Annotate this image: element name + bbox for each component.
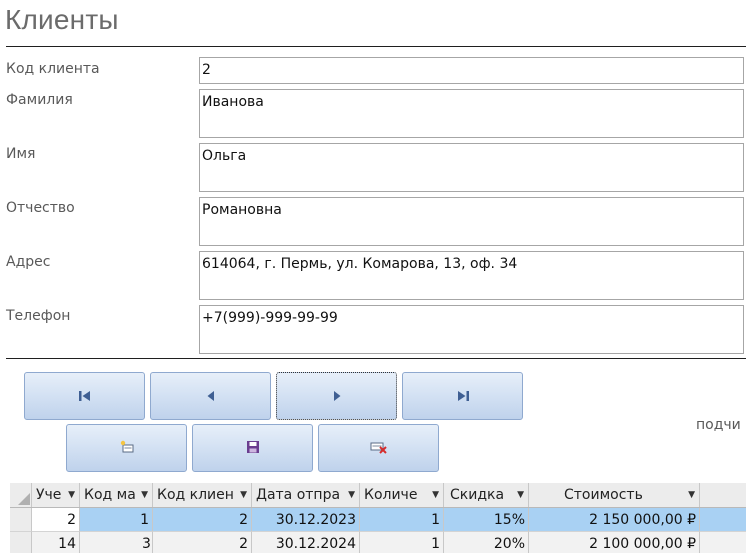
table-cell[interactable]: 2 150 000,00 ₽	[529, 508, 700, 532]
section-divider	[6, 358, 746, 359]
table-cell[interactable]: 15%	[444, 508, 529, 532]
column-header-label: Скидка	[450, 487, 505, 503]
first-record-icon	[78, 387, 92, 406]
table-cell-empty	[700, 508, 746, 532]
column-header-quantity[interactable]: Количе ▼	[360, 483, 444, 507]
delete-record-button[interactable]	[318, 424, 439, 472]
table-cell[interactable]: 1	[80, 508, 153, 532]
surname-label: Фамилия	[6, 92, 73, 108]
dropdown-arrow-icon[interactable]: ▼	[68, 483, 75, 507]
table-row[interactable]: 14 3 2 30.12.2024 1 20% 2 100 000,00 ₽	[10, 532, 746, 553]
table-cell[interactable]: 3	[80, 532, 153, 553]
client-code-label: Код клиента	[6, 61, 100, 77]
next-record-icon	[331, 387, 343, 406]
delete-record-icon	[370, 439, 388, 458]
table-cell[interactable]: 2	[153, 508, 252, 532]
previous-record-button[interactable]	[150, 372, 271, 420]
column-header-label: Код клиен	[157, 487, 234, 503]
address-field[interactable]: 614064, г. Пермь, ул. Комарова, 13, оф. …	[199, 251, 744, 300]
orders-datasheet[interactable]: Уче ▼ Код ма ▼ Код клиен ▼ Дата отпра ▼ …	[10, 483, 746, 553]
table-row[interactable]: 2 1 2 30.12.2023 1 15% 2 150 000,00 ₽	[10, 508, 746, 532]
first-record-button[interactable]	[24, 372, 145, 420]
table-cell[interactable]: 30.12.2023	[252, 508, 360, 532]
column-header-client-code[interactable]: Код клиен ▼	[153, 483, 252, 507]
datasheet-header: Уче ▼ Код ма ▼ Код клиен ▼ Дата отпра ▼ …	[10, 483, 746, 508]
last-record-icon	[456, 387, 470, 406]
column-header-ship-date[interactable]: Дата отпра ▼	[252, 483, 360, 507]
save-record-button[interactable]	[192, 424, 313, 472]
dropdown-arrow-icon[interactable]: ▼	[432, 483, 439, 507]
table-cell[interactable]: 20%	[444, 532, 529, 553]
form-title: Клиенты	[5, 4, 119, 35]
row-selector[interactable]	[10, 508, 32, 532]
column-header-cost[interactable]: Стоимость ▼	[529, 483, 700, 507]
last-record-button[interactable]	[402, 372, 523, 420]
dropdown-arrow-icon[interactable]: ▼	[240, 483, 247, 507]
phone-label: Телефон	[6, 308, 71, 324]
client-code-field[interactable]: 2	[199, 57, 744, 84]
column-header-label: Уче	[36, 487, 62, 503]
previous-record-icon	[205, 387, 217, 406]
column-header-label: Дата отпра	[256, 487, 341, 503]
column-header-label: Стоимость	[564, 487, 643, 503]
address-label: Адрес	[6, 254, 51, 270]
column-header-material-code[interactable]: Код ма ▼	[80, 483, 153, 507]
new-record-icon	[119, 439, 135, 458]
new-record-button[interactable]	[66, 424, 187, 472]
save-record-icon	[245, 439, 261, 458]
table-cell[interactable]: 2	[153, 532, 252, 553]
patronymic-field[interactable]: Романовна	[199, 197, 744, 246]
table-cell-empty	[700, 532, 746, 553]
row-selector[interactable]	[10, 532, 32, 553]
patronymic-label: Отчество	[6, 200, 75, 216]
subform-label: подчи	[696, 417, 741, 433]
dropdown-arrow-icon[interactable]: ▼	[141, 483, 148, 507]
table-cell[interactable]: 2	[32, 508, 80, 532]
table-cell[interactable]: 2 100 000,00 ₽	[529, 532, 700, 553]
select-all-corner[interactable]	[10, 483, 32, 507]
dropdown-arrow-icon[interactable]: ▼	[517, 483, 524, 507]
next-record-button[interactable]	[276, 372, 397, 420]
dropdown-arrow-icon[interactable]: ▼	[348, 483, 355, 507]
table-cell[interactable]: 1	[360, 508, 444, 532]
phone-field[interactable]: +7(999)-999-99-99	[199, 305, 744, 354]
table-cell[interactable]: 30.12.2024	[252, 532, 360, 553]
table-cell[interactable]: 1	[360, 532, 444, 553]
column-header-record[interactable]: Уче ▼	[32, 483, 80, 507]
column-header-label: Количе	[364, 487, 418, 503]
column-header-discount[interactable]: Скидка ▼	[444, 483, 529, 507]
surname-field[interactable]: Иванова	[199, 89, 744, 138]
name-label: Имя	[6, 146, 36, 162]
name-field[interactable]: Ольга	[199, 143, 744, 192]
table-cell[interactable]: 14	[32, 532, 80, 553]
title-divider	[6, 46, 746, 47]
column-header-label: Код ма	[84, 487, 136, 503]
dropdown-arrow-icon[interactable]: ▼	[688, 483, 695, 507]
